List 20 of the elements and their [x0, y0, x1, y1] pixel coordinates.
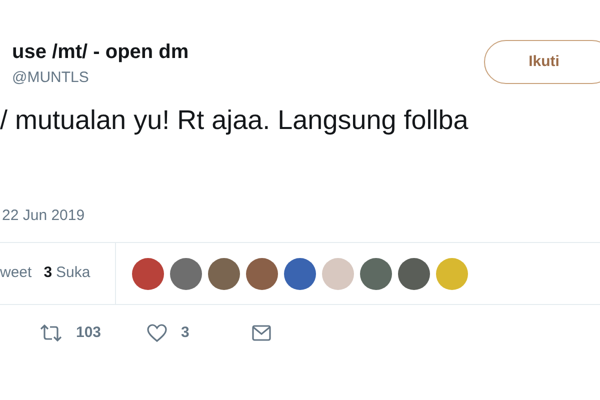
likes-label[interactable]: Suka: [56, 262, 90, 285]
avatar[interactable]: [284, 258, 316, 290]
tweet-text: / mutualan yu! Rt ajaa. Langsung follba: [0, 104, 470, 137]
tweet-date: 22 Jun 2019: [2, 206, 86, 226]
avatar[interactable]: [208, 258, 240, 290]
retweets-label[interactable]: weet: [0, 262, 32, 285]
retweet-count: 103: [76, 322, 102, 343]
avatar[interactable]: [360, 258, 392, 290]
author-handle: @MUNTLS: [12, 68, 90, 88]
follow-button[interactable]: Ikuti: [484, 40, 600, 84]
envelope-icon[interactable]: [252, 325, 271, 341]
avatar[interactable]: [398, 258, 430, 290]
avatar[interactable]: [170, 258, 202, 290]
heart-icon[interactable]: [147, 324, 167, 342]
avatar[interactable]: [246, 258, 278, 290]
author-name[interactable]: use /mt/ - open dm: [12, 40, 189, 64]
avatar[interactable]: [132, 258, 164, 290]
retweet-icon[interactable]: [40, 324, 62, 342]
likes-count[interactable]: 3: [44, 262, 52, 285]
like-count: 3: [181, 322, 190, 343]
